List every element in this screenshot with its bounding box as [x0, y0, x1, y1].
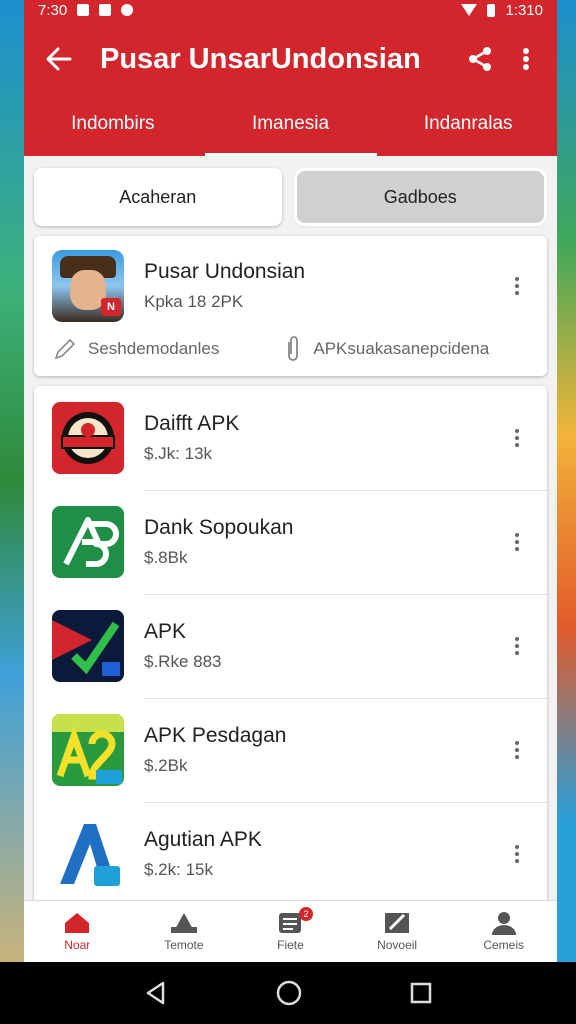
attachment-icon [288, 336, 299, 361]
app-name: Dank Sopoukan [144, 516, 294, 539]
home-icon [65, 913, 90, 933]
nav-label: Temote [164, 938, 204, 952]
more-icon[interactable] [505, 637, 529, 655]
profile-icon [491, 912, 516, 935]
status-bar: 7:30 1:310 [24, 0, 557, 20]
segment-acaheran-button[interactable]: Acaheran [34, 168, 282, 226]
nav-label: Cemeis [483, 938, 525, 952]
app-subtitle: $.8Bk [144, 548, 188, 567]
pencil-icon [54, 338, 76, 360]
games-icon [170, 913, 197, 933]
share-icon[interactable] [463, 42, 497, 76]
app-title: Pusar UnsarUndonsian [100, 42, 421, 75]
app-name: APK [144, 620, 187, 643]
battery-icon [487, 3, 496, 17]
app-subtitle: $.Jk: 13k [144, 444, 213, 463]
list-item[interactable]: Agutian APK $.2k: 15k [34, 802, 547, 906]
edit-icon [385, 913, 410, 933]
nav-item-novoeil[interactable]: Novoeil [344, 901, 451, 962]
featured-more-icon[interactable] [505, 277, 529, 295]
notification-badge: 2 [299, 907, 313, 921]
segment-control: Acaheran Gadboes [24, 156, 557, 236]
notification-icon [77, 4, 90, 16]
featured-link-right-label: APKsuakasanepcidena [313, 339, 490, 358]
app-icon-daifft [52, 402, 124, 474]
status-time: 7:30 [38, 1, 68, 19]
app-icon-dank [52, 506, 124, 578]
app-subtitle: $.Rke 883 [144, 652, 222, 671]
more-icon[interactable] [505, 533, 529, 551]
featured-app-subtitle: Kpka 18 2PK [144, 292, 244, 311]
nav-item-cemeis[interactable]: Cemeis [450, 901, 557, 962]
nav-item-noar[interactable]: Noar [24, 901, 131, 962]
featured-link-right[interactable]: APKsuakasanepcidena [283, 336, 489, 362]
nav-item-temote[interactable]: Temote [131, 901, 238, 962]
list-item[interactable]: Daifft APK $.Jk: 13k [34, 386, 547, 490]
recents-square-icon[interactable] [409, 981, 433, 1005]
app-screen: 7:30 1:310 Pusar UnsarUndonsian Indombir… [24, 0, 557, 962]
app-list: Daifft APK $.Jk: 13k Dank Sopoukan $.8Bk… [34, 386, 547, 906]
wifi-icon [461, 4, 478, 16]
more-icon[interactable] [505, 741, 529, 759]
app-name: APK Pesdagan [144, 724, 287, 747]
tab-imanesia[interactable]: Imanesia [202, 98, 380, 156]
nav-label: Noar [64, 938, 91, 952]
app-subtitle: $.2Bk [144, 756, 188, 775]
overflow-menu-icon[interactable] [509, 42, 543, 76]
game-icon [121, 4, 134, 16]
nav-label: Novoeil [377, 938, 418, 952]
app-icon-pesdagan [52, 714, 124, 786]
nav-label: Fiete [277, 938, 304, 952]
background-left-decoration [0, 0, 24, 964]
app-icon-apk [52, 610, 124, 682]
mail-icon [99, 4, 112, 16]
featured-badge: N [101, 298, 121, 316]
more-icon[interactable] [505, 429, 529, 447]
list-item[interactable]: Dank Sopoukan $.8Bk [34, 490, 547, 594]
tab-bar: Indombirs Imanesia Indanralas [24, 98, 557, 156]
bottom-navigation: Noar Temote 2 Fiete Novoeil Cemeis [24, 900, 557, 962]
featured-link-left-label: Seshdemodanles [88, 339, 220, 358]
app-icon-agutian [52, 818, 124, 890]
featured-link-left[interactable]: Seshdemodanles [52, 336, 219, 362]
app-subtitle: $.2k: 15k [144, 860, 213, 879]
system-navigation-bar [0, 962, 576, 1024]
featured-app-name: Pusar Undonsian [144, 260, 306, 283]
tab-indanralas[interactable]: Indanralas [379, 98, 557, 156]
tab-indombirs[interactable]: Indombirs [24, 98, 202, 156]
featured-app-avatar: N [52, 250, 124, 322]
list-item[interactable]: APK $.Rke 883 [34, 594, 547, 698]
app-name: Agutian APK [144, 828, 262, 851]
nav-item-fiete[interactable]: 2 Fiete [237, 901, 344, 962]
list-item[interactable]: APK Pesdagan $.2Bk [34, 698, 547, 802]
segment-gadboes-button[interactable]: Gadboes [296, 171, 544, 223]
app-bar: Pusar UnsarUndonsian [24, 20, 557, 98]
app-name: Daifft APK [144, 412, 240, 435]
back-arrow-icon[interactable] [42, 42, 76, 76]
more-icon[interactable] [505, 845, 529, 863]
featured-app-card[interactable]: N Pusar Undonsian Kpka 18 2PK Seshdemoda… [34, 236, 547, 376]
back-triangle-icon[interactable] [143, 980, 169, 1006]
status-right-text: 1:310 [505, 1, 543, 19]
home-circle-icon[interactable] [275, 979, 303, 1007]
